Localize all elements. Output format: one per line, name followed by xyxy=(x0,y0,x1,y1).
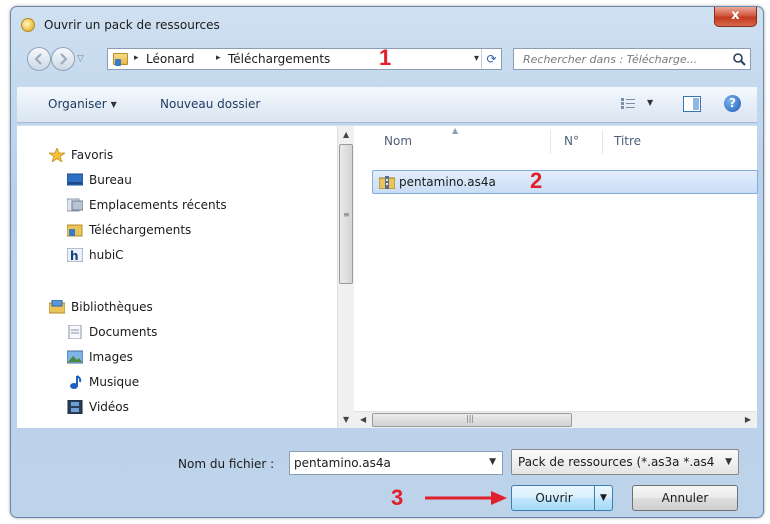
file-name: pentamino.as4a xyxy=(399,175,496,189)
organize-menu-button[interactable]: Organiser ▼ xyxy=(48,97,117,111)
open-options-chevron-icon[interactable]: ▼ xyxy=(594,486,612,510)
nav-favorites-label: Favoris xyxy=(71,148,114,162)
folder-icon xyxy=(113,53,128,66)
hubic-icon: h xyxy=(67,248,83,262)
column-divider[interactable] xyxy=(602,130,603,154)
star-icon xyxy=(49,148,65,162)
step-number-1: 1 xyxy=(379,45,392,70)
scroll-down-icon[interactable]: ▼ xyxy=(343,415,349,424)
nav-item-label: Musique xyxy=(89,375,140,389)
dialog-footer: Nom du fichier : ▼ Pack de ressources (*… xyxy=(11,429,765,519)
navigation-scrollbar[interactable]: ▲ ≡ ▼ xyxy=(337,126,354,428)
nav-favorites[interactable]: Favoris xyxy=(49,146,249,166)
title-bar: Ouvrir un pack de ressources x xyxy=(11,7,763,41)
nav-item-label: Bureau xyxy=(89,173,132,187)
recent-pages-icon[interactable]: ▽ xyxy=(77,54,84,64)
back-button[interactable] xyxy=(27,47,51,71)
close-button[interactable]: x xyxy=(714,7,757,27)
open-button[interactable]: Ouvrir ▼ xyxy=(511,485,613,511)
address-row: ▽ ▸ Léonard ▸ Téléchargements ▾ ⟳ 1 xyxy=(11,45,763,75)
nav-libraries-label: Bibliothèques xyxy=(71,300,153,314)
scroll-left-icon[interactable]: ◀ xyxy=(360,415,366,424)
nav-item-music[interactable]: Musique xyxy=(67,373,307,393)
app-icon xyxy=(21,18,35,32)
column-divider[interactable] xyxy=(550,130,551,154)
desktop-icon xyxy=(67,173,83,186)
content-area: Favoris Bureau Emplacements récents Télé… xyxy=(17,125,758,428)
file-list-pane: ▲ Nom N° Titre pentamino.as4a 2 xyxy=(354,126,758,428)
forward-button[interactable] xyxy=(51,47,75,71)
nav-item-downloads[interactable]: Téléchargements xyxy=(67,221,307,241)
sort-ascending-icon: ▲ xyxy=(452,126,459,135)
filename-input[interactable] xyxy=(290,452,480,474)
command-toolbar: Organiser ▼ Nouveau dossier ▼ ? xyxy=(17,87,757,123)
horizontal-scrollbar[interactable]: ◀ ||| ▶ xyxy=(354,411,757,428)
column-header-name[interactable]: Nom xyxy=(384,134,412,148)
nav-item-label: Documents xyxy=(89,325,158,339)
cancel-button[interactable]: Annuler xyxy=(632,485,738,511)
breadcrumb-separator: ▸ xyxy=(134,53,139,63)
open-button-label: Ouvrir xyxy=(535,491,573,505)
nav-item-images[interactable]: Images xyxy=(67,348,307,368)
refresh-icon[interactable]: ⟳ xyxy=(481,49,501,69)
nav-item-label: hubiC xyxy=(89,248,124,262)
search-input[interactable] xyxy=(514,49,726,69)
nav-item-label: Téléchargements xyxy=(89,223,192,237)
grip-icon: ||| xyxy=(466,414,475,423)
help-icon[interactable]: ? xyxy=(724,95,741,112)
back-arrow-icon xyxy=(34,53,42,65)
scroll-right-icon[interactable]: ▶ xyxy=(745,415,751,424)
archive-file-icon xyxy=(379,176,395,189)
address-dropdown-icon[interactable]: ▾ xyxy=(474,53,479,64)
libraries-icon xyxy=(49,300,65,314)
nav-item-label: Vidéos xyxy=(89,400,129,414)
chevron-down-icon: ▼ xyxy=(110,100,117,109)
column-header-number[interactable]: N° xyxy=(564,134,579,148)
address-bar[interactable]: ▸ Léonard ▸ Téléchargements ▾ ⟳ xyxy=(107,48,502,70)
column-header-title[interactable]: Titre xyxy=(614,134,641,148)
step-number-3: 3 xyxy=(391,485,404,510)
breadcrumb-downloads[interactable]: Téléchargements xyxy=(228,52,330,66)
nav-item-videos[interactable]: Vidéos xyxy=(67,398,307,418)
nav-item-label: Images xyxy=(89,350,133,364)
step-number-2: 2 xyxy=(530,168,543,193)
grip-icon: ≡ xyxy=(343,210,350,219)
organize-label: Organiser xyxy=(48,97,107,111)
views-icon[interactable] xyxy=(621,98,635,110)
file-type-select[interactable]: Pack de ressources (*.as3a *.as4 ▼ xyxy=(511,449,739,475)
music-icon xyxy=(70,375,82,389)
nav-libraries[interactable]: Bibliothèques xyxy=(49,298,269,318)
downloads-icon xyxy=(67,224,83,237)
dialog-window: Ouvrir un pack de ressources x ▽ ▸ Léona… xyxy=(10,6,764,518)
images-icon xyxy=(67,350,83,364)
forward-arrow-icon xyxy=(60,53,68,65)
documents-icon xyxy=(68,325,82,339)
file-row-selected[interactable]: pentamino.as4a xyxy=(372,170,758,194)
window-title: Ouvrir un pack de ressources xyxy=(44,18,220,32)
views-chevron-icon[interactable]: ▼ xyxy=(647,98,653,107)
chevron-down-icon[interactable]: ▼ xyxy=(489,457,496,467)
nav-item-documents[interactable]: Documents xyxy=(67,323,307,343)
nav-item-bureau[interactable]: Bureau xyxy=(67,171,307,191)
videos-icon xyxy=(67,400,83,414)
new-folder-button[interactable]: Nouveau dossier xyxy=(160,97,260,111)
filename-combobox[interactable]: ▼ xyxy=(289,451,503,475)
breadcrumb-separator: ▸ xyxy=(216,53,221,63)
search-icon[interactable] xyxy=(732,52,746,66)
nav-item-recent-places[interactable]: Emplacements récents xyxy=(67,196,307,216)
search-field[interactable] xyxy=(513,48,751,70)
recent-places-icon xyxy=(67,198,83,212)
preview-pane-icon[interactable] xyxy=(683,96,701,112)
file-type-value: Pack de ressources (*.as3a *.as4 xyxy=(518,455,714,469)
svg-text:h: h xyxy=(70,249,79,262)
filename-label: Nom du fichier : xyxy=(178,457,275,471)
scroll-up-icon[interactable]: ▲ xyxy=(343,130,349,139)
red-arrow-icon xyxy=(425,491,507,505)
navigation-pane: Favoris Bureau Emplacements récents Télé… xyxy=(17,126,337,428)
nav-item-hubic[interactable]: h hubiC xyxy=(67,246,307,266)
breadcrumb-leonard[interactable]: Léonard xyxy=(146,52,195,66)
chevron-down-icon: ▼ xyxy=(725,457,732,467)
nav-item-label: Emplacements récents xyxy=(89,198,227,212)
